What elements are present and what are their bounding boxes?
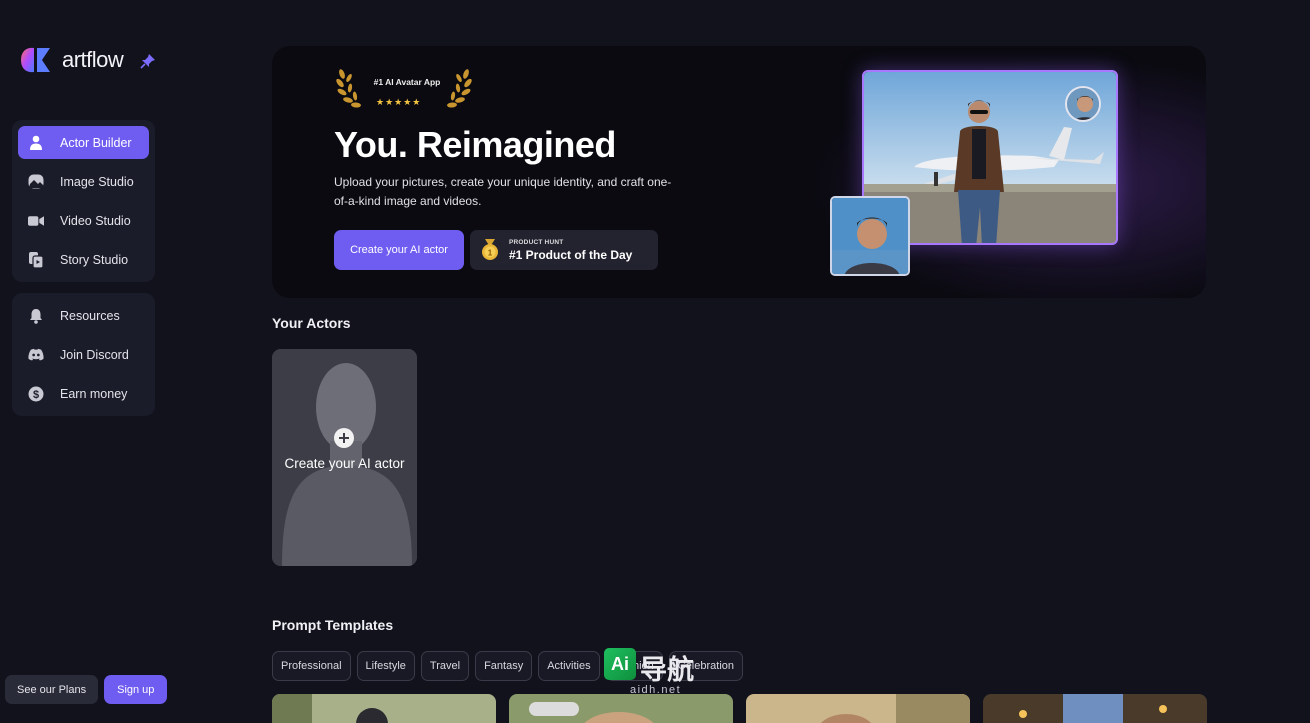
award-text: #1 AI Avatar App	[373, 77, 441, 87]
artflow-logo-icon	[21, 47, 50, 73]
chip-lifestyle[interactable]: Lifestyle	[356, 651, 415, 681]
product-hunt-text: PRODUCT HUNT #1 Product of the Day	[509, 239, 632, 262]
template-thumbnails	[272, 694, 1207, 723]
template-thumbnail[interactable]	[983, 694, 1207, 723]
create-actor-card[interactable]: Create your AI actor	[272, 349, 417, 566]
your-actors-title: Your Actors	[272, 315, 351, 331]
primary-nav: Actor Builder Image Studio Video Studio …	[12, 120, 155, 282]
hero-avatar-circle	[1065, 86, 1101, 122]
sidebar-item-label: Video Studio	[60, 213, 131, 228]
prompt-templates-title: Prompt Templates	[272, 617, 394, 633]
sidebar-item-label: Actor Builder	[60, 135, 132, 150]
create-actor-label: Create your AI actor	[284, 456, 405, 471]
sidebar-item-join-discord[interactable]: Join Discord	[18, 338, 149, 371]
chip-activities[interactable]: Activities	[538, 651, 600, 681]
dollar-icon: $	[28, 386, 44, 402]
story-icon	[28, 251, 44, 268]
sidebar-item-label: Story Studio	[60, 252, 129, 267]
medal-icon: 1	[482, 239, 498, 260]
logo[interactable]: artflow	[18, 44, 124, 76]
sidebar-item-resources[interactable]: Resources	[18, 299, 149, 332]
chip-fantasy[interactable]: Fantasy	[475, 651, 533, 681]
template-thumbnail[interactable]	[746, 694, 970, 723]
pin-icon[interactable]	[140, 53, 156, 69]
hero-banner: #1 AI Avatar App ★★★★★ You. Reimagined U…	[272, 46, 1206, 298]
discord-icon	[28, 347, 44, 363]
sign-up-button[interactable]: Sign up	[104, 675, 168, 704]
video-icon	[28, 213, 44, 229]
template-thumbnail[interactable]	[509, 694, 733, 723]
sidebar-item-story-studio[interactable]: Story Studio	[18, 243, 149, 276]
hero-image-selfie	[830, 196, 910, 276]
sidebar-item-image-studio[interactable]: Image Studio	[18, 165, 149, 198]
sidebar-footer: See our Plans Sign up	[5, 675, 168, 704]
sidebar-item-earn-money[interactable]: $ Earn money	[18, 377, 149, 410]
product-hunt-label: PRODUCT HUNT	[509, 238, 564, 246]
sidebar-item-video-studio[interactable]: Video Studio	[18, 204, 149, 237]
sidebar: artflow Actor Builder Image Studio Video…	[0, 0, 170, 723]
svg-text:$: $	[33, 389, 39, 401]
chip-travel[interactable]: Travel	[420, 651, 470, 681]
watermark: Ai 导航 aidh.net	[604, 648, 704, 698]
plus-icon	[334, 428, 354, 448]
svg-text:1: 1	[488, 249, 493, 258]
product-of-day-label: #1 Product of the Day	[509, 247, 633, 262]
create-ai-actor-button[interactable]: Create your AI actor	[334, 230, 464, 270]
rating-stars: ★★★★★	[376, 97, 422, 107]
watermark-text: 导航	[640, 655, 694, 685]
see-plans-button[interactable]: See our Plans	[5, 675, 99, 704]
watermark-mark: Ai	[604, 648, 636, 680]
bell-icon	[28, 308, 44, 324]
person-icon	[28, 135, 44, 151]
secondary-nav: Resources Join Discord $ Earn money	[12, 293, 155, 416]
hero-description: Upload your pictures, create your unique…	[334, 175, 672, 208]
product-hunt-badge[interactable]: 1 PRODUCT HUNT #1 Product of the Day	[470, 230, 658, 270]
sidebar-item-label: Image Studio	[60, 174, 134, 189]
sidebar-item-label: Earn money	[60, 386, 128, 401]
sidebar-item-label: Join Discord	[60, 347, 129, 362]
watermark-url: aidh.net	[630, 684, 682, 696]
chip-professional[interactable]: Professional	[272, 651, 351, 681]
hero-title: You. Reimagined	[334, 124, 616, 165]
template-thumbnail[interactable]	[272, 694, 496, 723]
sidebar-item-label: Resources	[60, 308, 120, 323]
sidebar-item-actor-builder[interactable]: Actor Builder	[18, 126, 149, 159]
image-icon	[28, 174, 44, 190]
app-name: artflow	[62, 47, 124, 72]
